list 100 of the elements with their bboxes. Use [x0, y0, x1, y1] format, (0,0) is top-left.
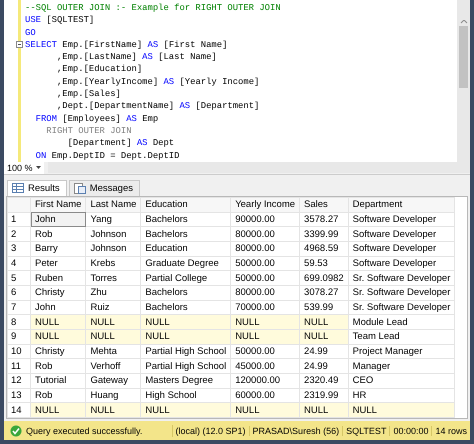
row-number[interactable]: 7 — [8, 300, 30, 315]
table-cell[interactable]: 80000.00 — [230, 226, 300, 242]
table-cell[interactable]: Software Developer — [348, 256, 455, 271]
scrollbar[interactable] — [48, 162, 470, 174]
table-cell[interactable]: 59.53 — [300, 256, 348, 271]
table-cell[interactable]: NULL — [140, 314, 231, 330]
table-cell[interactable]: Yang — [86, 212, 141, 227]
table-cell[interactable]: Software Developer — [348, 212, 455, 227]
table-cell[interactable]: Christy — [30, 344, 86, 359]
table-cell[interactable]: NULL — [300, 330, 348, 344]
table-cell[interactable]: 45000.00 — [230, 358, 300, 374]
column-header[interactable]: Yearly Income — [230, 197, 300, 212]
table-cell[interactable]: Education — [140, 241, 231, 256]
table-cell[interactable]: John — [30, 212, 86, 227]
table-cell[interactable]: NULL — [300, 402, 348, 418]
table-cell[interactable]: 120000.00 — [230, 374, 300, 388]
table-cell[interactable]: NULL — [30, 402, 86, 418]
table-cell[interactable]: 3078.27 — [300, 285, 348, 300]
table-cell[interactable]: Bachelors — [140, 226, 231, 242]
tab[interactable]: Messages — [68, 180, 140, 196]
table-cell[interactable]: Software Developer — [348, 241, 455, 256]
row-number[interactable]: 12 — [8, 374, 30, 388]
table-cell[interactable]: 3399.99 — [300, 226, 348, 242]
table-cell[interactable]: Project Manager — [348, 344, 455, 359]
table-cell[interactable]: NULL — [140, 330, 231, 344]
table-cell[interactable]: Sr. Software Developer — [348, 285, 455, 300]
table-cell[interactable]: Torres — [86, 270, 141, 286]
table-cell[interactable]: Sr. Software Developer — [348, 270, 455, 286]
table-cell[interactable]: Bachelors — [140, 285, 231, 300]
table-cell[interactable]: Team Lead — [348, 330, 455, 344]
table-cell[interactable]: 50000.00 — [230, 256, 300, 271]
row-number[interactable]: 10 — [8, 344, 30, 359]
column-header[interactable]: Department — [348, 197, 455, 212]
table-cell[interactable]: Module Lead — [348, 314, 455, 330]
zoom-dropdown[interactable]: 100 % — [4, 162, 44, 174]
table-cell[interactable]: Johnson — [86, 241, 141, 256]
table-cell[interactable]: Sr. Software Developer — [348, 300, 455, 315]
row-number[interactable]: 6 — [8, 285, 30, 300]
table-cell[interactable]: Zhu — [86, 285, 141, 300]
table-cell[interactable]: 80000.00 — [230, 285, 300, 300]
row-number[interactable]: 11 — [8, 358, 30, 374]
table-cell[interactable]: CEO — [348, 374, 455, 388]
table-cell[interactable]: Peter — [30, 256, 86, 271]
code-text: ,Emp.[Sales] — [56, 88, 121, 100]
table-cell[interactable]: Johnson — [86, 226, 141, 242]
table-cell[interactable]: NULL — [230, 402, 300, 418]
row-number[interactable]: 2 — [8, 226, 30, 242]
table-cell[interactable]: Verhoff — [86, 358, 141, 374]
table-cell[interactable]: Software Developer — [348, 226, 455, 242]
table-cell[interactable]: NULL — [300, 314, 348, 330]
row-number[interactable]: 4 — [8, 256, 30, 271]
table-cell[interactable]: NULL — [30, 330, 86, 344]
column-header[interactable]: Education — [140, 197, 231, 212]
table-cell[interactable]: Masters Degree — [140, 374, 231, 388]
table-cell[interactable]: Christy — [30, 285, 86, 300]
table-cell[interactable]: NULL — [86, 402, 141, 418]
table-cell[interactable]: Krebs — [86, 256, 141, 271]
table-cell[interactable]: Tutorial — [30, 374, 86, 388]
table-cell[interactable]: 90000.00 — [230, 212, 300, 227]
table-cell[interactable]: Manager — [348, 358, 455, 374]
table-cell[interactable]: 24.99 — [300, 344, 348, 359]
table-cell[interactable]: Bachelors — [140, 212, 231, 227]
table-cell[interactable]: Rob — [30, 226, 86, 242]
table-cell[interactable]: Mehta — [86, 344, 141, 359]
document-icon — [74, 182, 86, 194]
table-cell[interactable]: 4968.59 — [300, 241, 348, 256]
table-cell[interactable]: NULL — [86, 314, 141, 330]
row-number[interactable]: 13 — [8, 388, 30, 403]
table-cell[interactable]: 50000.00 — [230, 344, 300, 359]
table-cell[interactable]: NULL — [30, 314, 86, 330]
table-cell[interactable]: NULL — [348, 402, 455, 418]
table-cell[interactable]: Graduate Degree — [140, 256, 231, 271]
table-cell[interactable]: NULL — [140, 402, 231, 418]
table-cell[interactable]: Partial High School — [140, 344, 231, 359]
row-number[interactable]: 5 — [8, 270, 30, 286]
table-cell[interactable]: Partial High School — [140, 358, 231, 374]
table-cell[interactable]: Barry — [30, 241, 86, 256]
row-number[interactable]: 3 — [8, 241, 30, 256]
code-text: --SQL OUTER JOIN :- Example for RIGHT OUTER JOIN — [25, 2, 281, 14]
tab[interactable]: Results — [7, 180, 67, 196]
code-text: ,Emp.[LastName] — [56, 51, 138, 64]
column-header[interactable]: First Name — [30, 197, 86, 212]
table-cell[interactable]: Gateway — [86, 374, 141, 388]
table-cell[interactable]: NULL — [230, 314, 300, 330]
table-cell[interactable]: NULL — [230, 330, 300, 344]
scroll-thumb[interactable] — [459, 26, 468, 88]
table-cell[interactable]: 80000.00 — [230, 241, 300, 256]
column-header[interactable]: Last Name — [86, 197, 141, 212]
table-cell[interactable]: 50000.00 — [230, 270, 300, 286]
table-cell[interactable]: 3578.27 — [300, 212, 348, 227]
table-cell[interactable]: NULL — [86, 330, 141, 344]
table-cell[interactable]: Ruben — [30, 270, 86, 286]
column-header[interactable]: Sales — [300, 197, 348, 212]
table-cell[interactable]: 24.99 — [300, 358, 348, 374]
scrollbar[interactable] — [457, 0, 470, 162]
code-text: ON — [34, 150, 46, 162]
table-cell[interactable]: 2320.49 — [300, 374, 348, 388]
table-cell[interactable]: 699.0982 — [300, 270, 348, 286]
table-cell[interactable]: Partial College — [140, 270, 231, 286]
table-cell[interactable]: Rob — [30, 358, 86, 374]
